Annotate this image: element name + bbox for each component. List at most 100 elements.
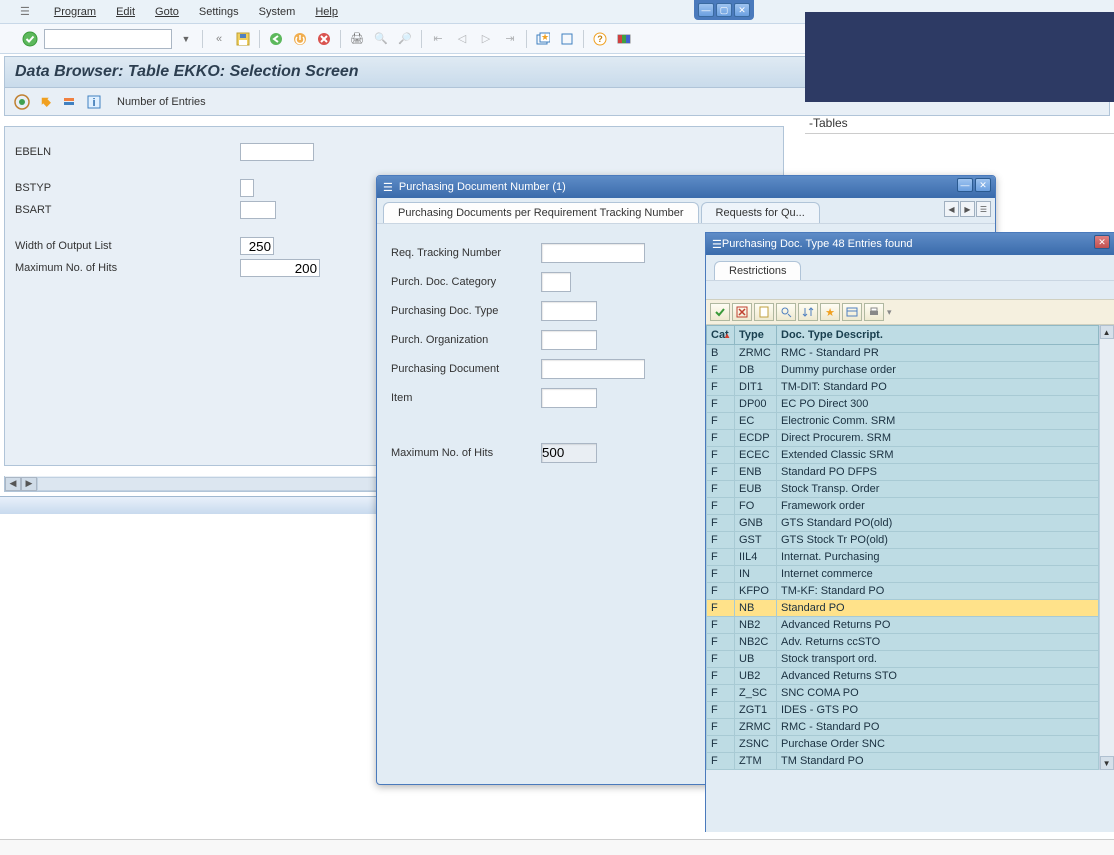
menu-system[interactable]: System (259, 6, 296, 18)
menu-program[interactable]: Program (54, 6, 96, 18)
purch-org-input[interactable] (541, 330, 597, 350)
popup1-max-hits-input[interactable] (541, 443, 597, 463)
scroll-down-icon[interactable]: ▼ (1100, 756, 1114, 770)
table-row[interactable]: FKFPOTM-KF: Standard PO (707, 583, 1099, 600)
table-row[interactable]: FNBStandard PO (707, 600, 1099, 617)
right-tab-label: -Tables (805, 116, 1114, 134)
exit-icon[interactable] (290, 29, 310, 49)
table-row[interactable]: FGNBGTS Standard PO(old) (707, 515, 1099, 532)
scroll-left-icon[interactable]: ◀ (5, 477, 21, 491)
close-list-icon[interactable] (732, 303, 752, 321)
last-page-icon: ⇥ (500, 29, 520, 49)
purchasing-doc-input[interactable] (541, 359, 645, 379)
table-row[interactable]: BZRMCRMC - Standard PR (707, 345, 1099, 362)
width-input[interactable] (240, 237, 274, 255)
doc-type-grid: Cat Type Doc. Type Descript. BZRMCRMC - … (706, 325, 1114, 770)
grid-vertical-scrollbar[interactable]: ▲ ▼ (1099, 325, 1114, 770)
new-session-icon[interactable]: ★ (533, 29, 553, 49)
ebeln-input[interactable] (240, 143, 314, 161)
info-icon[interactable]: i (85, 93, 103, 111)
bsart-label: BSART (15, 204, 240, 216)
dropdown-icon[interactable]: ▼ (176, 29, 196, 49)
popup1-close[interactable]: ✕ (975, 178, 991, 192)
accept-icon[interactable] (20, 29, 40, 49)
tab-nav: ◀ ▶ ☰ (944, 201, 991, 217)
table-row[interactable]: FZTMTM Standard PO (707, 753, 1099, 770)
table-row[interactable]: FGSTGTS Stock Tr PO(old) (707, 532, 1099, 549)
table-row[interactable]: FEUBStock Transp. Order (707, 481, 1099, 498)
table-row[interactable]: FUB2Advanced Returns STO (707, 668, 1099, 685)
number-of-entries-link[interactable]: Number of Entries (117, 96, 206, 108)
table-row[interactable]: FENBStandard PO DFPS (707, 464, 1099, 481)
tab-next-icon[interactable]: ▶ (960, 201, 975, 217)
table-row[interactable]: FUBStock transport ord. (707, 651, 1099, 668)
tab-list-icon[interactable]: ☰ (976, 201, 991, 217)
table-row[interactable]: FDBDummy purchase order (707, 362, 1099, 379)
menu-settings[interactable]: Settings (199, 6, 239, 18)
table-row[interactable]: FIIL4Internat. Purchasing (707, 549, 1099, 566)
svg-text:?: ? (597, 34, 603, 44)
close-button[interactable]: ✕ (734, 3, 750, 17)
help-icon[interactable]: ? (590, 29, 610, 49)
find-list-icon[interactable] (776, 303, 796, 321)
doc-type-input[interactable] (541, 301, 597, 321)
copy-icon[interactable] (710, 303, 730, 321)
sort-icon[interactable] (798, 303, 818, 321)
table-row[interactable]: FDP00EC PO Direct 300 (707, 396, 1099, 413)
table-row[interactable]: FECElectronic Comm. SRM (707, 413, 1099, 430)
req-tracking-input[interactable] (541, 243, 645, 263)
restrictions-tab[interactable]: Restrictions (714, 261, 801, 280)
table-row[interactable]: FFOFramework order (707, 498, 1099, 515)
popup2-titlebar: ☰ Purchasing Doc. Type 48 Entries found … (706, 233, 1114, 255)
personal-list-icon[interactable] (842, 303, 862, 321)
svg-text:★: ★ (541, 32, 549, 42)
table-row[interactable]: FZGT1IDES - GTS PO (707, 702, 1099, 719)
col-cat[interactable]: Cat (707, 326, 735, 345)
doc-type-label: Purchasing Doc. Type (391, 305, 541, 317)
new-search-icon[interactable] (754, 303, 774, 321)
tab-requests-quotation[interactable]: Requests for Qu... (701, 202, 820, 223)
tab-prev-icon[interactable]: ◀ (944, 201, 959, 217)
favorite-icon[interactable]: ★ (820, 303, 840, 321)
table-row[interactable]: FZ_SCSNC COMA PO (707, 685, 1099, 702)
scroll-up-icon[interactable]: ▲ (1100, 325, 1114, 339)
col-desc[interactable]: Doc. Type Descript. (777, 326, 1099, 345)
execute-icon[interactable] (13, 93, 31, 111)
col-type[interactable]: Type (735, 326, 777, 345)
table-row[interactable]: FZRMCRMC - Standard PO (707, 719, 1099, 736)
tab-tracking-number[interactable]: Purchasing Documents per Requirement Tra… (383, 202, 699, 223)
menu-goto[interactable]: Goto (155, 6, 179, 18)
doc-category-input[interactable] (541, 272, 571, 292)
print-list-icon[interactable] (864, 303, 884, 321)
save-icon[interactable] (233, 29, 253, 49)
table-row[interactable]: FNB2Advanced Returns PO (707, 617, 1099, 634)
command-field[interactable] (44, 29, 172, 49)
cancel-icon[interactable] (314, 29, 334, 49)
table-row[interactable]: FDIT1TM-DIT: Standard PO (707, 379, 1099, 396)
table-row[interactable]: FECDPDirect Procurem. SRM (707, 430, 1099, 447)
scroll-right-icon[interactable]: ▶ (21, 477, 37, 491)
table-row[interactable]: FNB2CAdv. Returns ccSTO (707, 634, 1099, 651)
print-icon[interactable]: 🖨 (347, 29, 367, 49)
back-icon[interactable] (266, 29, 286, 49)
table-row[interactable]: FINInternet commerce (707, 566, 1099, 583)
menu-help[interactable]: Help (315, 6, 338, 18)
popup1-minimize[interactable]: — (957, 178, 973, 192)
bstyp-input[interactable] (240, 179, 254, 197)
execute-variant-icon[interactable] (37, 93, 55, 111)
table-row[interactable]: FZSNCPurchase Order SNC (707, 736, 1099, 753)
shortcut-icon[interactable] (557, 29, 577, 49)
width-label: Width of Output List (15, 240, 240, 252)
menu-edit[interactable]: Edit (116, 6, 135, 18)
minimize-button[interactable]: — (698, 3, 714, 17)
chevron-left-icon[interactable]: « (209, 29, 229, 49)
max-hits-input[interactable] (240, 259, 320, 277)
popup2-close[interactable]: ✕ (1094, 235, 1110, 249)
maximize-button[interactable]: ▢ (716, 3, 732, 17)
item-input[interactable] (541, 388, 597, 408)
table-row[interactable]: FECECExtended Classic SRM (707, 447, 1099, 464)
max-hits-label: Maximum No. of Hits (15, 262, 240, 274)
bsart-input[interactable] (240, 201, 276, 219)
get-variant-icon[interactable] (61, 93, 79, 111)
layout-icon[interactable] (614, 29, 634, 49)
